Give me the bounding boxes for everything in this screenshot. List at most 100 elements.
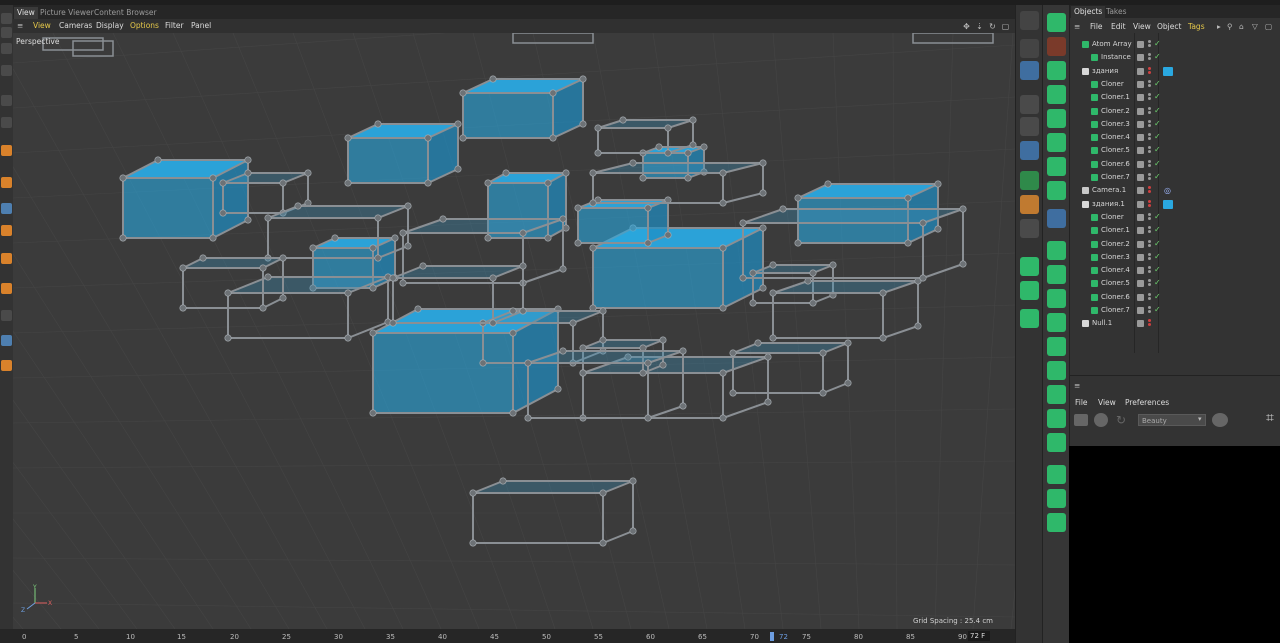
tab-view[interactable]: View <box>14 7 38 19</box>
more-arrow-icon[interactable]: ▸ <box>1217 22 1221 31</box>
enabled-check-icon[interactable]: ✓ <box>1154 172 1161 181</box>
visibility-dots-icon[interactable] <box>1148 119 1151 129</box>
enabled-check-icon[interactable]: ✓ <box>1154 305 1161 314</box>
search-icon[interactable]: ⚲ <box>1227 22 1233 31</box>
enabled-check-icon[interactable]: ✓ <box>1154 225 1161 234</box>
menu-panel[interactable]: Panel <box>191 21 211 30</box>
cube-mode-icon[interactable] <box>1 27 12 38</box>
visibility-dots-icon[interactable] <box>1148 79 1151 89</box>
spline-icon[interactable] <box>1047 465 1066 484</box>
object-row[interactable]: Cloner.6 ✓ <box>1070 158 1280 171</box>
layer-toggle-icon[interactable] <box>1137 227 1144 235</box>
enabled-check-icon[interactable]: ✓ <box>1154 159 1161 168</box>
visibility-dots-icon[interactable] <box>1148 252 1151 262</box>
polygons-mode-icon[interactable] <box>1 177 12 188</box>
object-row[interactable]: Cloner.2 ✓ <box>1070 238 1280 251</box>
random-icon[interactable] <box>1047 181 1066 200</box>
step-effector-icon[interactable] <box>1047 337 1066 356</box>
visibility-dots-icon[interactable] <box>1148 226 1151 235</box>
layer-toggle-icon[interactable] <box>1137 240 1144 248</box>
layer-toggle-icon[interactable] <box>1137 320 1144 328</box>
extrude-icon[interactable] <box>1047 109 1066 128</box>
sweep-icon[interactable] <box>1047 489 1066 508</box>
solo-icon[interactable] <box>1 360 12 371</box>
menu-cameras[interactable]: Cameras <box>59 21 92 30</box>
formula-icon[interactable] <box>1047 265 1066 284</box>
plain-effector-icon[interactable] <box>1047 289 1066 308</box>
object-row[interactable]: Cloner.3 ✓ <box>1070 118 1280 131</box>
enabled-check-icon[interactable]: ✓ <box>1154 119 1161 128</box>
render-setting-select[interactable]: Beauty <box>1138 414 1206 426</box>
visibility-dots-icon[interactable] <box>1148 40 1151 49</box>
object-row[interactable]: Instance ✓ <box>1070 51 1280 64</box>
enabled-check-icon[interactable]: ✓ <box>1154 265 1161 274</box>
visibility-dots-icon[interactable] <box>1148 93 1151 102</box>
visibility-dots-icon[interactable] <box>1148 279 1151 288</box>
teapot-icon[interactable] <box>1020 141 1039 160</box>
visibility-dots-icon[interactable] <box>1148 266 1151 275</box>
connector-icon[interactable] <box>1047 433 1066 452</box>
layer-toggle-icon[interactable] <box>1137 307 1144 314</box>
sphere-icon[interactable] <box>1047 361 1066 380</box>
layer-toggle-icon[interactable] <box>1137 41 1144 48</box>
axis-mode-icon[interactable] <box>1 225 12 236</box>
layer-toggle-icon[interactable] <box>1137 80 1144 88</box>
object-row[interactable]: Cloner.7 ✓ <box>1070 171 1280 184</box>
timeline-playhead[interactable] <box>770 632 774 641</box>
undo-icon[interactable] <box>1 13 12 24</box>
fracture-icon[interactable] <box>1047 37 1066 56</box>
filter-icon[interactable]: ▽ <box>1252 22 1258 31</box>
enabled-check-icon[interactable]: ✓ <box>1154 252 1161 261</box>
enabled-check-icon[interactable]: ✓ <box>1154 132 1161 141</box>
menu-grip-icon[interactable]: ≡ <box>1074 381 1080 390</box>
menu-file[interactable]: File <box>1090 22 1103 31</box>
clapper-icon[interactable] <box>1074 414 1088 426</box>
zoom-view-icon[interactable]: ⇣ <box>975 22 984 31</box>
layer-toggle-icon[interactable] <box>1137 293 1144 301</box>
layer-toggle-icon[interactable] <box>1137 187 1144 195</box>
boole-icon[interactable] <box>1047 513 1066 532</box>
maximize-view-icon[interactable]: ▢ <box>1001 22 1010 31</box>
enabled-check-icon[interactable]: ✓ <box>1154 145 1161 154</box>
visibility-dots-icon[interactable] <box>1148 106 1151 116</box>
tab-picture-viewer[interactable]: Picture Viewer <box>37 7 97 19</box>
layer-toggle-icon[interactable] <box>1137 94 1144 102</box>
text-icon[interactable] <box>1047 133 1066 152</box>
menu-view[interactable]: View <box>33 21 51 30</box>
enabled-check-icon[interactable]: ✓ <box>1154 292 1161 301</box>
refresh-icon[interactable]: ↻ <box>1116 413 1130 427</box>
enabled-check-icon[interactable]: ✓ <box>1154 239 1161 248</box>
enabled-check-icon[interactable]: ✓ <box>1154 52 1161 61</box>
perspective-viewport[interactable]: Perspective Grid Spacing : 25.4 cm Y X Z <box>13 33 1015 629</box>
object-row[interactable]: Atom Array ✓ <box>1070 38 1280 51</box>
layer-toggle-icon[interactable] <box>1137 267 1144 275</box>
enabled-check-icon[interactable]: ✓ <box>1154 92 1161 101</box>
object-mode-icon[interactable] <box>1 95 12 106</box>
material-tag-icon[interactable] <box>1163 199 1173 209</box>
crop-icon[interactable]: ⌗ <box>1266 410 1274 426</box>
material-tag-icon[interactable] <box>1163 66 1173 76</box>
enabled-check-icon[interactable]: ✓ <box>1154 278 1161 287</box>
visibility-dots-icon[interactable] <box>1148 186 1151 195</box>
tracer-icon[interactable] <box>1047 157 1066 176</box>
object-row[interactable]: Cloner.1 ✓ <box>1070 91 1280 104</box>
pen-icon[interactable] <box>1020 61 1039 80</box>
menu-grip-icon[interactable]: ≡ <box>17 21 23 30</box>
render-icon[interactable] <box>1020 11 1039 30</box>
object-row[interactable]: Cloner.5 ✓ <box>1070 144 1280 157</box>
visibility-dots-icon[interactable] <box>1148 53 1151 62</box>
layer-toggle-icon[interactable] <box>1137 67 1144 75</box>
visibility-dots-icon[interactable] <box>1148 146 1151 155</box>
object-row[interactable]: здания <box>1070 65 1280 78</box>
enabled-check-icon[interactable]: ✓ <box>1154 79 1161 88</box>
tweak-mode-icon[interactable] <box>1 253 12 264</box>
layer-toggle-icon[interactable] <box>1137 253 1144 261</box>
menu-options[interactable]: Options <box>130 21 159 30</box>
object-row[interactable]: Cloner ✓ <box>1070 211 1280 224</box>
cube-array-icon[interactable] <box>1047 85 1066 104</box>
visibility-dots-icon[interactable] <box>1148 133 1151 142</box>
ipr-icon[interactable] <box>1212 413 1228 427</box>
layer-toggle-icon[interactable] <box>1137 280 1144 288</box>
preview-menu-preferences[interactable]: Preferences <box>1125 398 1169 407</box>
menu-view[interactable]: View <box>1133 22 1151 31</box>
